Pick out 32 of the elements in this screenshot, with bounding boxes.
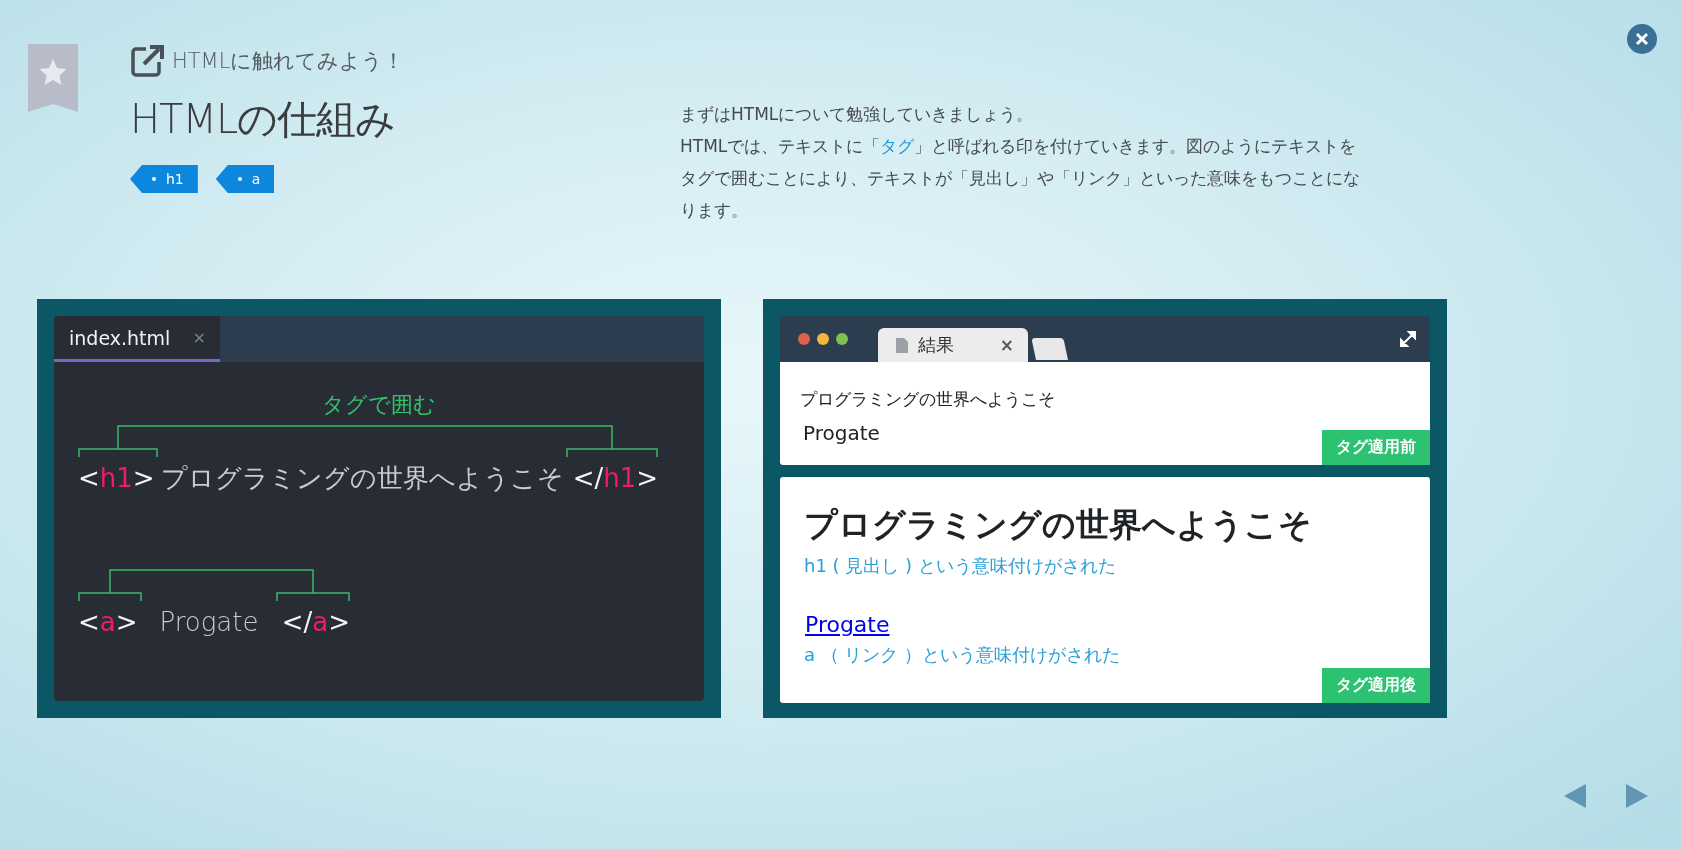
expand-icon[interactable] — [1400, 331, 1416, 347]
lesson-title: HTMLの仕組み — [130, 95, 397, 144]
closing-tag: </h1> — [566, 463, 658, 493]
close-icon — [1635, 32, 1649, 46]
opening-tag: <a> — [78, 607, 142, 637]
window-dot[interactable] — [817, 333, 829, 345]
lesson-subtitle: HTMLに触れてみよう！ — [172, 48, 405, 75]
heading-text: プログラミングの世界へようこそ — [804, 504, 1313, 546]
closing-tag: </a> — [276, 607, 350, 637]
file-tab[interactable]: index.html × — [54, 316, 220, 362]
heading-note: h1 ( 見出し ) という意味付けがされた — [804, 554, 1117, 578]
external-link-icon — [130, 44, 164, 78]
browser-tab[interactable]: 結果 × — [878, 328, 1028, 362]
new-tab-icon[interactable] — [1032, 338, 1068, 360]
window-dot[interactable] — [836, 333, 848, 345]
before-label: タグ適用前 — [1322, 430, 1430, 465]
link-note: a （ リンク ）という意味付けがされた — [804, 643, 1122, 667]
plain-text: プログラミングの世界へようこそ — [800, 388, 1056, 411]
tag-label: a — [215, 165, 275, 193]
code-content: プログラミングの世界へようこそ — [159, 461, 565, 495]
description-text: まずはHTMLについて勉強していきましょう。 HTMLでは、テキストに「タグ」と呼ばれる印を付けていきます。図のようにテキストをタグで囲むことにより、テキストが「見出し」や「リンク」といった意味をもつことになります。 — [680, 103, 1361, 222]
progate-link[interactable]: Progate — [805, 612, 890, 637]
bookmark-star-icon[interactable] — [28, 44, 78, 112]
tag-label: h1 — [130, 165, 198, 193]
window-dot[interactable] — [798, 333, 810, 345]
after-label: タグ適用後 — [1322, 668, 1430, 703]
close-button[interactable] — [1627, 24, 1657, 54]
code-content: Progate — [158, 607, 260, 637]
bracket-caption: タグで囲む — [322, 391, 436, 419]
file-icon — [896, 337, 908, 353]
plain-text: Progate — [803, 421, 881, 445]
opening-tag: <h1> — [78, 463, 158, 493]
